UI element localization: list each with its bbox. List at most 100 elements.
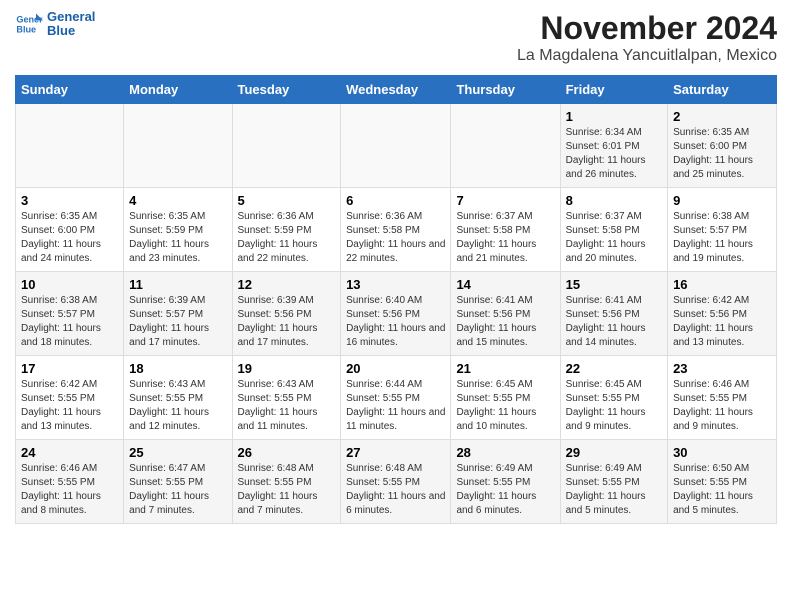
calendar-cell: 4 Sunrise: 6:35 AM Sunset: 5:59 PM Daylig… [124,188,232,272]
day-info: Sunrise: 6:49 AM Sunset: 5:55 PM Dayligh… [566,462,662,518]
day-number: 11 [129,277,226,292]
day-number: 19 [238,361,336,376]
day-number: 7 [456,193,554,208]
calendar-cell: 28Sunrise: 6:49 AM Sunset: 5:55 PM Dayli… [451,440,560,524]
day-number: 30 [673,445,771,460]
day-number: 21 [456,361,554,376]
top-row: General Blue General Blue November 2024 … [15,10,777,69]
calendar-cell: 29 Sunrise: 6:49 AM Sunset: 5:55 PM Dayli… [560,440,667,524]
header-wednesday: Wednesday [341,76,451,104]
week-row-1: 3Sunrise: 6:35 AM Sunset: 6:00 PM Daylig… [16,188,777,272]
calendar-cell [124,104,232,188]
day-number: 16 [673,277,771,292]
header-tuesday: Tuesday [232,76,341,104]
day-number: 6 [346,193,445,208]
calendar-cell: 2 Sunrise: 6:35 AM Sunset: 6:00 PM Daylig… [668,104,777,188]
calendar-cell: 14 Sunrise: 6:41 AM Sunset: 5:56 PM Dayli… [451,272,560,356]
day-number: 13 [346,277,445,292]
calendar-cell: 25 Sunrise: 6:47 AM Sunset: 5:55 PM Dayli… [124,440,232,524]
day-info: Sunrise: 6:41 AM Sunset: 5:56 PM Dayligh… [456,294,554,350]
calendar-cell: 19 Sunrise: 6:43 AM Sunset: 5:55 PM Dayli… [232,356,341,440]
day-number: 24 [21,445,118,460]
calendar-header: SundayMondayTuesdayWednesdayThursdayFrid… [16,76,777,104]
day-info: Sunrise: 6:39 AM Sunset: 5:56 PM Dayligh… [238,294,336,350]
location-title: La Magdalena Yancuitlalpan, Mexico [517,47,777,65]
day-info: Sunrise: 6:43 AM Sunset: 5:55 PM Dayligh… [238,378,336,434]
day-info: Sunrise: 6:42 AM Sunset: 5:56 PM Dayligh… [673,294,771,350]
day-info: Sunrise: 6:47 AM Sunset: 5:55 PM Dayligh… [129,462,226,518]
calendar-cell [16,104,124,188]
logo-line2: Blue [47,24,95,38]
calendar-cell: 13 Sunrise: 6:40 AM Sunset: 5:56 PM Dayli… [341,272,451,356]
day-info: Sunrise: 6:44 AM Sunset: 5:55 PM Dayligh… [346,378,445,434]
day-number: 5 [238,193,336,208]
day-info: Sunrise: 6:36 AM Sunset: 5:59 PM Dayligh… [238,210,336,266]
day-info: Sunrise: 6:42 AM Sunset: 5:55 PM Dayligh… [21,378,118,434]
calendar-cell: 7 Sunrise: 6:37 AM Sunset: 5:58 PM Daylig… [451,188,560,272]
week-row-2: 10 Sunrise: 6:38 AM Sunset: 5:57 PM Dayli… [16,272,777,356]
title-section: November 2024 La Magdalena Yancuitlalpan… [517,10,777,65]
day-info: Sunrise: 6:38 AM Sunset: 5:57 PM Dayligh… [21,294,118,350]
day-number: 14 [456,277,554,292]
calendar-cell: 10 Sunrise: 6:38 AM Sunset: 5:57 PM Dayli… [16,272,124,356]
header-monday: Monday [124,76,232,104]
day-info: Sunrise: 6:46 AM Sunset: 5:55 PM Dayligh… [673,378,771,434]
day-number: 4 [129,193,226,208]
day-info: Sunrise: 6:41 AM Sunset: 5:56 PM Dayligh… [566,294,662,350]
day-info: Sunrise: 6:45 AM Sunset: 5:55 PM Dayligh… [566,378,662,434]
day-number: 9 [673,193,771,208]
calendar-cell [232,104,341,188]
calendar-cell: 23 Sunrise: 6:46 AM Sunset: 5:55 PM Dayli… [668,356,777,440]
day-number: 22 [566,361,662,376]
logo-line1: General [47,10,95,24]
day-number: 12 [238,277,336,292]
day-info: Sunrise: 6:37 AM Sunset: 5:58 PM Dayligh… [566,210,662,266]
day-number: 23 [673,361,771,376]
calendar-cell: 16 Sunrise: 6:42 AM Sunset: 5:56 PM Dayli… [668,272,777,356]
calendar-cell: 20 Sunrise: 6:44 AM Sunset: 5:55 PM Dayli… [341,356,451,440]
day-number: 8 [566,193,662,208]
calendar-cell: 24 Sunrise: 6:46 AM Sunset: 5:55 PM Dayli… [16,440,124,524]
calendar-cell: 30 Sunrise: 6:50 AM Sunset: 5:55 PM Dayli… [668,440,777,524]
calendar-cell: 18 Sunrise: 6:43 AM Sunset: 5:55 PM Dayli… [124,356,232,440]
calendar-table: SundayMondayTuesdayWednesdayThursdayFrid… [15,75,777,524]
calendar-cell: 3Sunrise: 6:35 AM Sunset: 6:00 PM Daylig… [16,188,124,272]
general-blue-logo-icon: General Blue [15,10,43,38]
day-number: 27 [346,445,445,460]
header-sunday: Sunday [16,76,124,104]
day-info: Sunrise: 6:36 AM Sunset: 5:58 PM Dayligh… [346,210,445,266]
header-friday: Friday [560,76,667,104]
day-info: Sunrise: 6:40 AM Sunset: 5:56 PM Dayligh… [346,294,445,350]
calendar-cell [451,104,560,188]
calendar-cell: 26Sunrise: 6:48 AM Sunset: 5:55 PM Dayli… [232,440,341,524]
day-number: 25 [129,445,226,460]
day-number: 18 [129,361,226,376]
calendar-body: 1Sunrise: 6:34 AM Sunset: 6:01 PM Daylig… [16,104,777,524]
week-row-0: 1Sunrise: 6:34 AM Sunset: 6:01 PM Daylig… [16,104,777,188]
day-info: Sunrise: 6:37 AM Sunset: 5:58 PM Dayligh… [456,210,554,266]
day-number: 20 [346,361,445,376]
header-saturday: Saturday [668,76,777,104]
day-info: Sunrise: 6:48 AM Sunset: 5:55 PM Dayligh… [346,462,445,518]
calendar-cell: 11Sunrise: 6:39 AM Sunset: 5:57 PM Dayli… [124,272,232,356]
day-info: Sunrise: 6:46 AM Sunset: 5:55 PM Dayligh… [21,462,118,518]
header-thursday: Thursday [451,76,560,104]
calendar-cell: 15Sunrise: 6:41 AM Sunset: 5:56 PM Dayli… [560,272,667,356]
day-number: 10 [21,277,118,292]
day-info: Sunrise: 6:50 AM Sunset: 5:55 PM Dayligh… [673,462,771,518]
day-number: 3 [21,193,118,208]
day-info: Sunrise: 6:35 AM Sunset: 5:59 PM Dayligh… [129,210,226,266]
day-number: 2 [673,109,771,124]
day-info: Sunrise: 6:45 AM Sunset: 5:55 PM Dayligh… [456,378,554,434]
day-info: Sunrise: 6:43 AM Sunset: 5:55 PM Dayligh… [129,378,226,434]
week-row-3: 17Sunrise: 6:42 AM Sunset: 5:55 PM Dayli… [16,356,777,440]
calendar-cell: 6 Sunrise: 6:36 AM Sunset: 5:58 PM Daylig… [341,188,451,272]
calendar-cell: 21 Sunrise: 6:45 AM Sunset: 5:55 PM Dayli… [451,356,560,440]
day-number: 29 [566,445,662,460]
day-info: Sunrise: 6:48 AM Sunset: 5:55 PM Dayligh… [238,462,336,518]
month-title: November 2024 [517,10,777,47]
day-info: Sunrise: 6:35 AM Sunset: 6:00 PM Dayligh… [673,126,771,182]
calendar-cell: 27 Sunrise: 6:48 AM Sunset: 5:55 PM Dayli… [341,440,451,524]
calendar-cell [341,104,451,188]
week-row-4: 24 Sunrise: 6:46 AM Sunset: 5:55 PM Dayli… [16,440,777,524]
